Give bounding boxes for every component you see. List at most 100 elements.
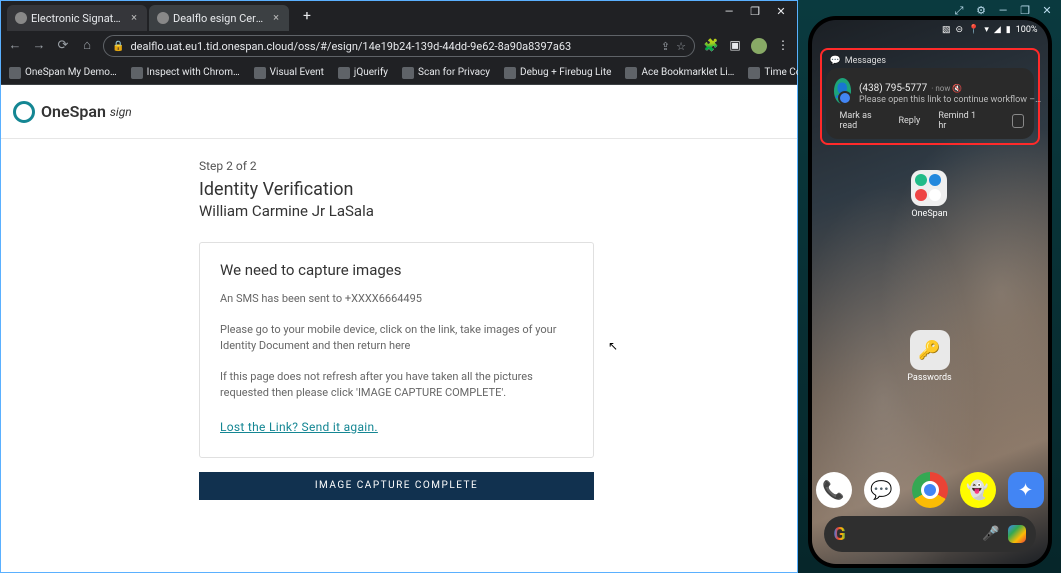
reply-button[interactable]: Reply [898, 116, 920, 126]
messages-label: Messages [845, 56, 886, 66]
bookmark-label: Ace Bookmarklet Li… [641, 67, 734, 78]
brand-logo: OneSpan sign [13, 101, 132, 123]
home-icon[interactable]: ⌂ [79, 38, 95, 54]
notification-app-header: 💬 Messages [826, 54, 1034, 68]
snapchat-app-icon[interactable]: 👻 [960, 472, 996, 508]
close-icon[interactable]: × [271, 13, 281, 23]
emulator-pane: ⤢ ⚙ — ❐ ✕ ▧ ⊝ 📍 ▾ ◢ ▮ 100% 💬 Messages [798, 0, 1061, 573]
mark-as-read-button[interactable]: Mark as read [840, 111, 881, 131]
step-indicator: Step 2 of 2 [199, 159, 797, 173]
card-text-sms: An SMS has been sent to +XXXX6664495 [220, 291, 573, 308]
address-bar[interactable]: 🔒 dealflo.uat.eu1.tid.onespan.cloud/oss/… [103, 35, 695, 57]
bookmark-label: Scan for Privacy [418, 67, 490, 78]
tab-strip: Electronic Signature, Cloud Aut × Dealfl… [1, 1, 317, 31]
battery-text: 100% [1016, 25, 1038, 35]
messages-app-icon[interactable]: 💬 [864, 472, 900, 508]
bookmark-item[interactable]: Debug + Firebug Lite [504, 67, 611, 79]
bookmark-item[interactable]: OneSpan My Demo… [9, 67, 117, 79]
remind-button[interactable]: Remind 1 hr [938, 111, 976, 131]
bookmark-item[interactable]: Visual Event [254, 67, 324, 79]
app-icon[interactable]: ✦ [1008, 472, 1044, 508]
kebab-menu-icon[interactable]: ⋮ [775, 38, 791, 54]
close-button[interactable]: ✕ [769, 1, 793, 23]
logo-mark-icon [13, 101, 35, 123]
location-icon: 📍 [968, 25, 979, 35]
home-widget-row: OneSpan [812, 170, 1048, 219]
new-tab-button[interactable]: + [297, 6, 317, 26]
mic-icon[interactable]: 🎤 [982, 526, 999, 542]
image-capture-complete-button[interactable]: IMAGE CAPTURE COMPLETE [199, 472, 594, 500]
favicon [15, 12, 27, 24]
phone-frame: ▧ ⊝ 📍 ▾ ◢ ▮ 100% 💬 Messages 👤 [808, 16, 1052, 568]
lens-icon[interactable] [1008, 525, 1026, 543]
bookmark-label: Visual Event [270, 67, 324, 78]
wifi-icon: ▾ [984, 25, 989, 35]
status-bar: ▧ ⊝ 📍 ▾ ◢ ▮ 100% [812, 20, 1048, 40]
notification-row: 👤 (438) 795-5777 · now 🔇 Please open thi… [834, 76, 1024, 105]
bookmark-item[interactable]: Ace Bookmarklet Li… [625, 67, 734, 79]
screencast-icon: ▧ [942, 25, 951, 35]
google-search-bar[interactable]: G 🎤 [824, 516, 1036, 552]
card-title: We need to capture images [220, 261, 573, 279]
extension-1-icon[interactable]: ▣ [727, 38, 743, 54]
em-close-icon[interactable]: ✕ [1039, 4, 1055, 20]
star-icon[interactable]: ☆ [676, 40, 686, 53]
bookmark-item[interactable]: jQuerify [338, 67, 388, 79]
card-text-refresh: If this page does not refresh after you … [220, 369, 573, 402]
google-logo-icon: G [834, 524, 846, 545]
messages-icon: 💬 [830, 56, 841, 66]
sender-avatar-icon: 👤 [834, 78, 851, 104]
minimize-button[interactable]: — [717, 1, 741, 23]
window-controls: — ❐ ✕ [717, 1, 793, 23]
bookmark-label: jQuerify [354, 67, 388, 78]
tab-2[interactable]: Dealflo esign Ceremony × [149, 5, 289, 31]
dnd-icon: ⊝ [956, 25, 964, 35]
forward-icon[interactable]: → [31, 38, 47, 54]
notification-text: (438) 795-5777 · now 🔇 Please open this … [859, 76, 1041, 105]
app-label: OneSpan [911, 209, 947, 219]
signal-icon: ◢ [994, 25, 1001, 35]
bookmark-icon [504, 67, 516, 79]
extensions-icon[interactable]: 🧩 [703, 38, 719, 54]
person-name: William Carmine Jr LaSala [199, 202, 797, 220]
brand-text: OneSpan [41, 102, 106, 121]
card-text-instructions: Please go to your mobile device, click o… [220, 322, 573, 355]
phone-screen: ▧ ⊝ 📍 ▾ ◢ ▮ 100% 💬 Messages 👤 [812, 20, 1048, 564]
notification-card[interactable]: 👤 (438) 795-5777 · now 🔇 Please open thi… [826, 68, 1034, 139]
brand-subtext: sign [110, 105, 132, 119]
bookmark-label: OneSpan My Demo… [25, 67, 117, 78]
home-widget-row-2: 🔑 Passwords [812, 330, 1048, 383]
resend-link[interactable]: Lost the Link? Send it again. [220, 420, 378, 434]
onespan-folder[interactable] [911, 170, 947, 206]
bookmark-item[interactable]: Scan for Privacy [402, 67, 490, 79]
dock: 📞 💬 👻 ✦ [812, 472, 1048, 508]
page-viewport: OneSpan sign Step 2 of 2 Identity Verifi… [1, 85, 797, 572]
tab-1[interactable]: Electronic Signature, Cloud Aut × [7, 5, 147, 31]
chrome-window: Electronic Signature, Cloud Aut × Dealfl… [0, 0, 798, 573]
notification-actions: Mark as read Reply Remind 1 hr [834, 111, 1024, 131]
reload-icon[interactable]: ⟳ [55, 38, 71, 54]
close-icon[interactable]: × [129, 13, 139, 23]
tab-label: Electronic Signature, Cloud Aut [31, 12, 125, 25]
page-header: OneSpan sign [1, 85, 797, 139]
notification-time: · now 🔇 [931, 84, 962, 93]
passwords-shortcut[interactable]: 🔑 [910, 330, 950, 370]
tab-label: Dealflo esign Ceremony [173, 12, 267, 25]
bookmark-icon [748, 67, 760, 79]
bubble-icon[interactable] [1012, 114, 1023, 128]
bookmark-label: Inspect with Chrom… [147, 67, 240, 78]
back-icon[interactable]: ← [7, 38, 23, 54]
bookmark-icon [254, 67, 266, 79]
phone-app-icon[interactable]: 📞 [816, 472, 852, 508]
maximize-button[interactable]: ❐ [743, 1, 767, 23]
bookmark-item[interactable]: Inspect with Chrom… [131, 67, 240, 79]
capture-card: We need to capture images An SMS has bee… [199, 242, 594, 458]
chrome-app-icon[interactable] [912, 472, 948, 508]
profile-avatar[interactable] [751, 38, 767, 54]
page-title: Identity Verification [199, 179, 797, 200]
content: Step 2 of 2 Identity Verification Willia… [199, 159, 797, 500]
address-bar-row: ← → ⟳ ⌂ 🔒 dealflo.uat.eu1.tid.onespan.cl… [1, 31, 797, 61]
bookmark-icon [131, 67, 143, 79]
notification-sender: (438) 795-5777 [859, 83, 927, 94]
share-icon[interactable]: ⇪ [661, 40, 670, 53]
